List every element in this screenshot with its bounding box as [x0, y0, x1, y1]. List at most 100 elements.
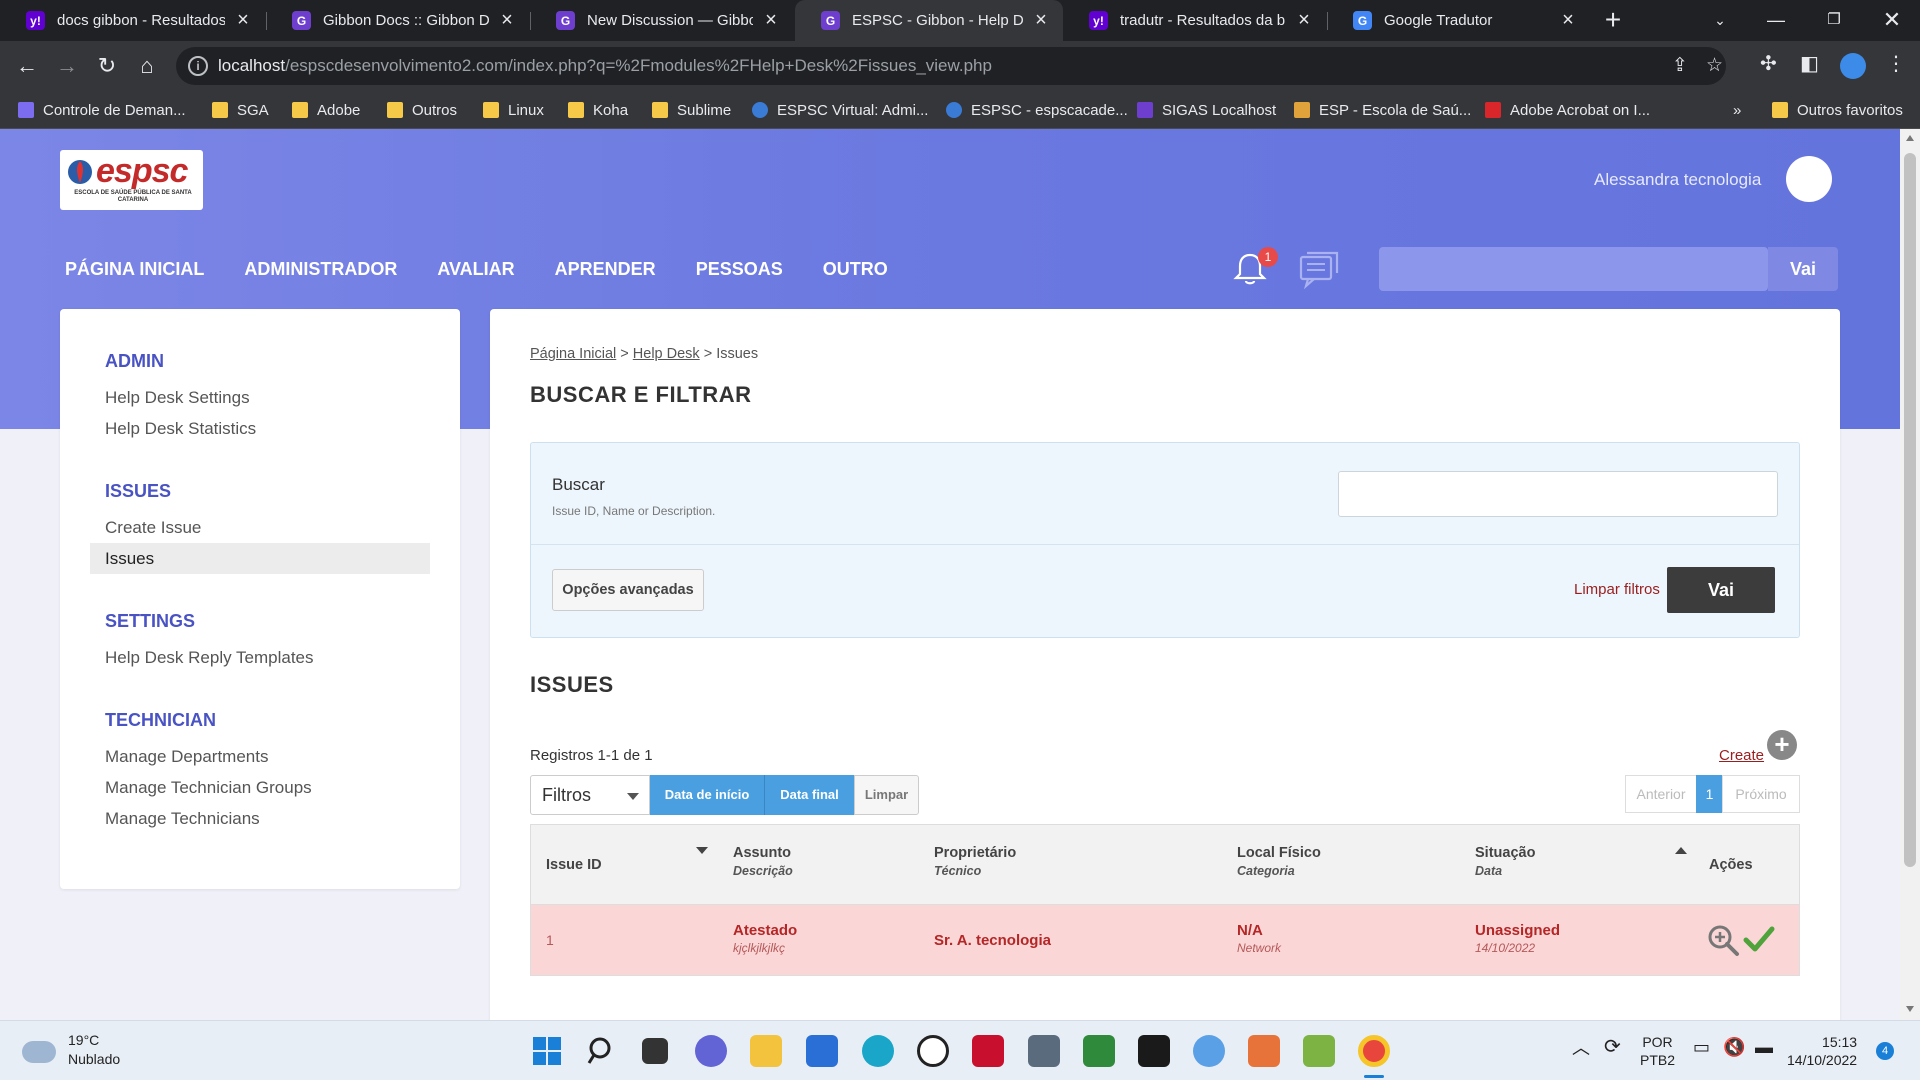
profile-avatar[interactable] — [1840, 53, 1866, 79]
scroll-up-icon[interactable] — [1906, 135, 1914, 141]
sidebar-item-help-desk-settings[interactable]: Help Desk Settings — [105, 382, 256, 413]
search-icon[interactable] — [586, 1035, 618, 1067]
view-zoom-icon[interactable] — [1706, 923, 1740, 957]
menu-icon[interactable]: ⋮ — [1886, 51, 1906, 76]
bookmark-item[interactable]: Adobe Acrobat on I... — [1485, 91, 1650, 129]
browser-tab[interactable]: y! tradutr - Resultados da busca × — [1063, 0, 1326, 41]
nav-learn[interactable]: APRENDER — [555, 259, 656, 280]
close-icon[interactable]: × — [497, 9, 517, 32]
home-icon[interactable]: ⌂ — [130, 49, 164, 83]
breadcrumb-module[interactable]: Help Desk — [633, 346, 700, 362]
bookmark-folder[interactable]: Koha — [568, 91, 628, 129]
bookmark-item[interactable]: ESPSC - espscacade... — [946, 91, 1128, 129]
clock[interactable]: 15:13 14/10/2022 — [1787, 1033, 1857, 1069]
col-issue-id[interactable]: Issue ID — [546, 857, 602, 873]
nav-home[interactable]: PÁGINA INICIAL — [65, 259, 204, 280]
close-icon[interactable]: × — [1558, 9, 1578, 32]
edge-icon[interactable] — [862, 1035, 894, 1067]
sort-asc-icon[interactable] — [1675, 847, 1687, 854]
reload-icon[interactable]: ↻ — [90, 49, 124, 83]
bookmark-folder[interactable]: Linux — [483, 91, 544, 129]
sidebar-item-issues[interactable]: Issues — [90, 543, 430, 574]
tray-chevron-up-icon[interactable]: ︿ — [1572, 1039, 1590, 1057]
accept-check-icon[interactable] — [1743, 925, 1775, 953]
sort-desc-icon[interactable] — [696, 847, 708, 854]
messenger-icon[interactable] — [1298, 249, 1340, 289]
network-icon[interactable]: ▭ — [1693, 1038, 1710, 1056]
new-tab-button[interactable]: + — [1597, 4, 1629, 36]
tab-search-chevron-icon[interactable]: ⌄ — [1692, 0, 1748, 41]
search-input[interactable] — [1338, 471, 1778, 517]
teams-chat-icon[interactable] — [695, 1035, 727, 1067]
sidebar-item-manage-technicians[interactable]: Manage Technicians — [105, 803, 312, 834]
advanced-options-button[interactable]: Opções avançadas — [552, 569, 704, 611]
filter-start-date-button[interactable]: Data de início — [650, 775, 764, 815]
bookmark-item[interactable]: ESPSC Virtual: Admi... — [752, 91, 928, 129]
sidebar-item-manage-departments[interactable]: Manage Departments — [105, 741, 312, 772]
calculator-icon[interactable] — [1028, 1035, 1060, 1067]
back-icon[interactable]: ← — [10, 49, 44, 83]
pager-next-button[interactable]: Próximo — [1722, 775, 1800, 813]
file-explorer-icon[interactable] — [750, 1035, 782, 1067]
pager-page-1[interactable]: 1 — [1696, 775, 1723, 813]
bookmark-folder[interactable]: Sublime — [652, 91, 731, 129]
browser-tab[interactable]: G Google Tradutor × — [1327, 0, 1590, 41]
terminal-icon[interactable] — [1138, 1035, 1170, 1067]
table-row[interactable]: 1 Atestado kjçlkjlkjlkç Sr. A. tecnologia… — [531, 905, 1799, 975]
sidebar-item-create-issue[interactable]: Create Issue — [105, 512, 430, 543]
bookmark-item[interactable]: SIGAS Localhost — [1137, 91, 1276, 129]
sidebar-item-manage-technician-groups[interactable]: Manage Technician Groups — [105, 772, 312, 803]
xampp-icon[interactable] — [1248, 1035, 1280, 1067]
chart-app-icon[interactable] — [1303, 1035, 1335, 1067]
battery-icon[interactable]: ▬ — [1755, 1038, 1773, 1056]
close-icon[interactable]: × — [1031, 9, 1051, 32]
bookmarks-overflow[interactable]: » — [1733, 91, 1741, 129]
maximize-button[interactable]: ❐ — [1806, 0, 1862, 41]
create-issue-link[interactable]: Create — [1719, 747, 1764, 764]
page-scrollbar[interactable] — [1900, 129, 1920, 1020]
bookmark-folder[interactable]: SGA — [212, 91, 269, 129]
chrome-icon[interactable] — [1358, 1035, 1390, 1067]
col-location[interactable]: Local Físico Categoria — [1237, 845, 1321, 878]
spreadsheet-icon[interactable] — [1083, 1035, 1115, 1067]
nav-other[interactable]: OUTRO — [823, 259, 888, 280]
bookmark-folder-others[interactable]: Outros favoritos — [1772, 91, 1903, 129]
side-panel-icon[interactable]: ◧ — [1800, 51, 1819, 76]
bookmark-folder[interactable]: Outros — [387, 91, 457, 129]
sync-icon[interactable]: ⟳ — [1604, 1037, 1621, 1057]
nav-people[interactable]: PESSOAS — [696, 259, 783, 280]
col-owner[interactable]: Proprietário Técnico — [934, 845, 1016, 878]
close-icon[interactable]: × — [1294, 9, 1314, 32]
top-search-input[interactable] — [1379, 247, 1768, 291]
browser-tab[interactable]: y! docs gibbon - Resultados da busca × — [0, 0, 265, 41]
bookmark-item[interactable]: Controle de Deman... — [18, 91, 186, 129]
user-name[interactable]: Alessandra tecnologia — [1594, 170, 1761, 190]
mcafee-icon[interactable] — [972, 1035, 1004, 1067]
nav-assess[interactable]: AVALIAR — [437, 259, 514, 280]
store-icon[interactable] — [806, 1035, 838, 1067]
scrollbar-thumb[interactable] — [1904, 153, 1916, 867]
add-circle-icon[interactable]: + — [1767, 730, 1797, 760]
filters-select[interactable]: Filtros — [530, 775, 650, 815]
close-icon[interactable]: × — [233, 9, 253, 32]
sidebar-item-reply-templates[interactable]: Help Desk Reply Templates — [105, 642, 314, 673]
dell-icon[interactable] — [917, 1035, 949, 1067]
user-avatar[interactable] — [1786, 156, 1832, 202]
task-view-icon[interactable] — [642, 1038, 668, 1064]
col-status[interactable]: Situação Data — [1475, 845, 1535, 878]
bookmark-folder[interactable]: Adobe — [292, 91, 360, 129]
close-window-button[interactable]: ✕ — [1864, 0, 1920, 41]
bookmark-item[interactable]: ESP - Escola de Saú... — [1294, 91, 1471, 129]
search-go-button[interactable]: Vai — [1667, 567, 1775, 613]
extensions-icon[interactable]: ✣ — [1760, 51, 1777, 76]
language-indicator[interactable]: POR PTB2 — [1640, 1033, 1675, 1069]
clear-filters-link[interactable]: Limpar filtros — [1574, 581, 1660, 598]
nav-admin[interactable]: ADMINISTRADOR — [244, 259, 397, 280]
bookmark-star-icon[interactable]: ☆ — [1706, 54, 1723, 77]
share-icon[interactable]: ⇪ — [1672, 54, 1688, 77]
globe-app-icon[interactable] — [1193, 1035, 1225, 1067]
browser-tab[interactable]: G Gibbon Docs :: Gibbon Docs × — [266, 0, 529, 41]
url-text[interactable]: localhost/espscdesenvolvimento2.com/inde… — [218, 56, 992, 76]
sidebar-item-help-desk-statistics[interactable]: Help Desk Statistics — [105, 413, 256, 444]
pager-prev-button[interactable]: Anterior — [1625, 775, 1697, 813]
